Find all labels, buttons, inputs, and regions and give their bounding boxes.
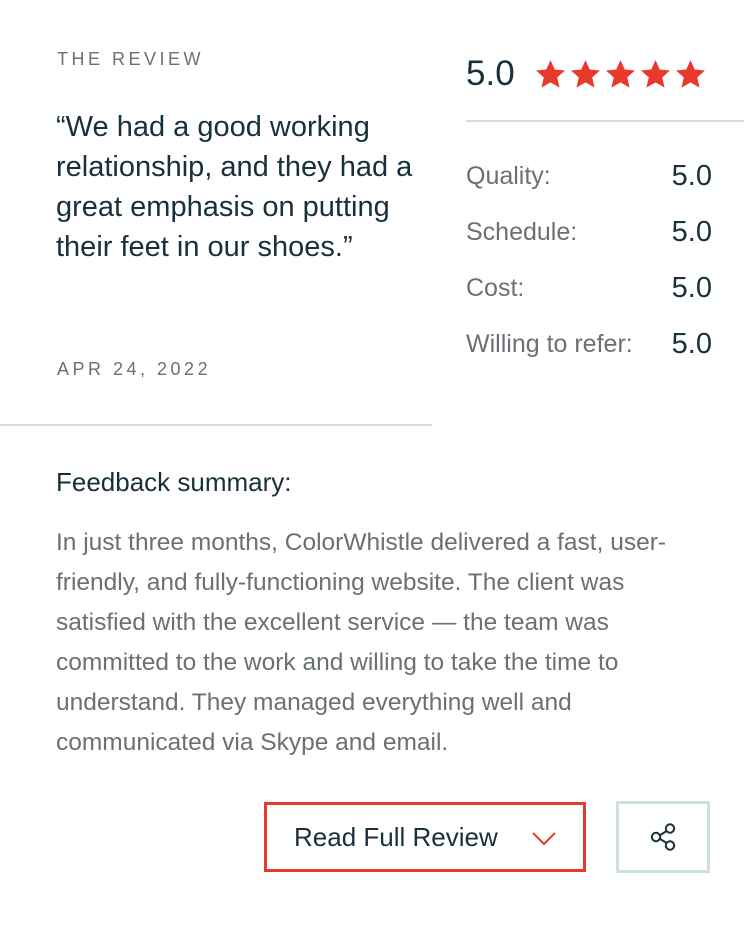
read-full-review-button[interactable]: Read Full Review — [264, 802, 586, 872]
overall-rating: 5.0 — [466, 52, 707, 96]
feedback-summary-title: Feedback summary: — [56, 467, 292, 497]
rating-row-cost: Cost: 5.0 — [466, 260, 712, 316]
rating-label: Quality: — [466, 161, 551, 190]
divider — [0, 424, 432, 426]
star-rating — [534, 58, 707, 91]
share-button[interactable] — [616, 801, 710, 873]
rating-value: 5.0 — [671, 215, 712, 248]
rating-label: Willing to refer: — [466, 329, 633, 358]
feedback-summary-text: In just three months, ColorWhistle deliv… — [56, 529, 667, 756]
star-icon — [535, 59, 565, 88]
chevron-down-icon — [532, 832, 556, 846]
star-icon — [605, 59, 635, 88]
rating-row-willing-to-refer: Willing to refer: 5.0 — [466, 316, 712, 372]
star-icon — [675, 59, 705, 88]
rating-label: Schedule: — [466, 217, 578, 246]
rating-value: 5.0 — [671, 271, 712, 304]
overall-score: 5.0 — [466, 54, 515, 93]
rating-row-quality: Quality: 5.0 — [466, 148, 712, 204]
review-quote: “We had a good working relationship, and… — [56, 111, 413, 263]
star-icon — [570, 59, 600, 88]
rating-label: Cost: — [466, 273, 525, 302]
section-label: THE REVIEW — [57, 49, 205, 69]
divider — [466, 120, 744, 122]
rating-breakdown: Quality: 5.0 Schedule: 5.0 Cost: 5.0 Wil… — [466, 148, 712, 372]
rating-value: 5.0 — [671, 327, 712, 360]
rating-row-schedule: Schedule: 5.0 — [466, 204, 712, 260]
share-icon — [650, 823, 676, 851]
review-date: APR 24, 2022 — [57, 359, 212, 379]
read-full-review-label: Read Full Review — [294, 821, 498, 852]
rating-value: 5.0 — [671, 159, 712, 192]
star-icon — [640, 59, 670, 88]
